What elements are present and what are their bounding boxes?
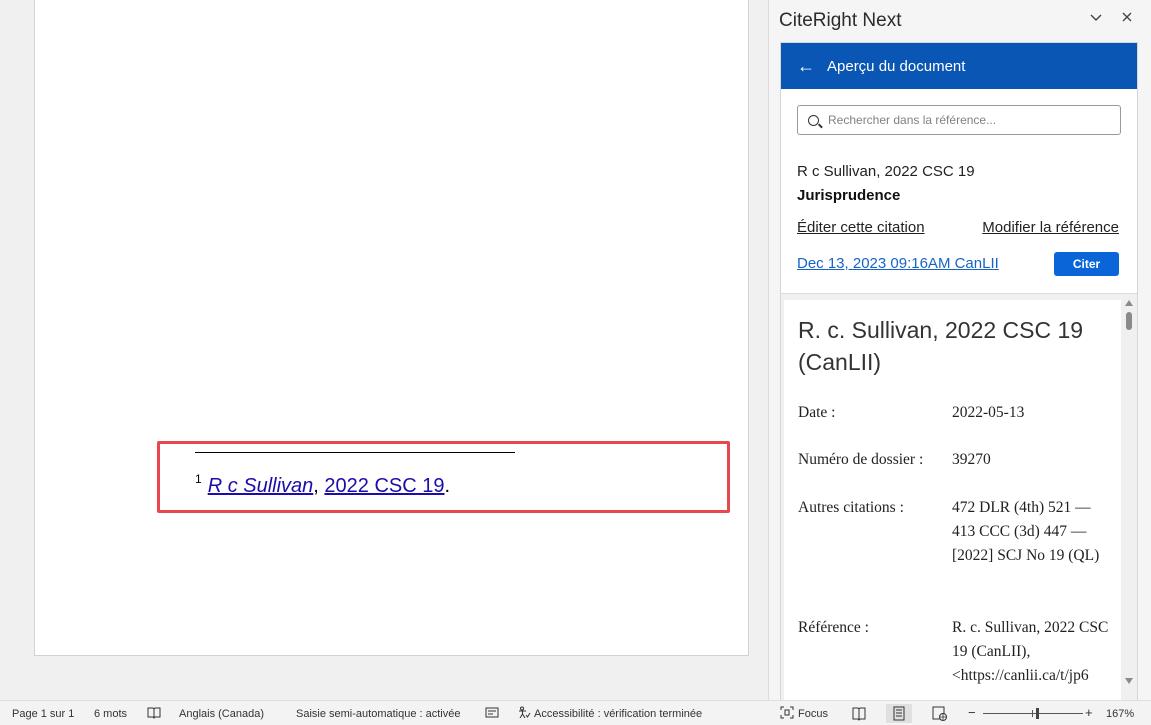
read-mode-button[interactable] bbox=[846, 704, 872, 723]
scroll-up-arrow-icon[interactable] bbox=[1125, 300, 1133, 306]
docket-value: 39270 bbox=[952, 451, 991, 468]
cite-button[interactable]: Citer bbox=[1054, 252, 1119, 276]
zoom-slider-midpoint bbox=[1032, 710, 1033, 717]
date-value: 2022-05-13 bbox=[952, 404, 1025, 421]
other-citations-value: 472 DLR (4th) 521 — 413 CCC (3d) 447 — [… bbox=[952, 499, 1100, 564]
focus-button[interactable]: Focus bbox=[798, 708, 828, 720]
preview-scrollbar[interactable] bbox=[1121, 294, 1137, 702]
citeright-pane: CiteRight Next ← Aperçu du document Rech… bbox=[768, 0, 1151, 702]
modify-reference-link[interactable]: Modifier la référence bbox=[982, 219, 1119, 236]
scroll-thumb[interactable] bbox=[1126, 312, 1132, 330]
date-label: Date : bbox=[798, 404, 836, 421]
docket-label: Numéro de dossier : bbox=[798, 451, 924, 468]
preview-header: ← Aperçu du document bbox=[781, 43, 1137, 89]
retrieved-date-link[interactable]: Dec 13, 2023 09:16AM CanLII bbox=[797, 255, 999, 272]
language-indicator[interactable]: Anglais (Canada) bbox=[179, 708, 264, 720]
accessibility-status[interactable]: Accessibilité : vérification terminée bbox=[534, 708, 702, 720]
document-page[interactable]: 1R c Sullivan, 2022 CSC 19. bbox=[34, 0, 749, 656]
proofing-book-icon[interactable] bbox=[147, 706, 161, 719]
reference-type: Jurisprudence bbox=[797, 187, 901, 204]
print-layout-button[interactable] bbox=[886, 704, 912, 723]
accessibility-icon[interactable] bbox=[517, 706, 531, 719]
search-icon bbox=[808, 114, 819, 126]
other-citations-label: Autres citations : bbox=[798, 499, 904, 516]
back-arrow-icon[interactable]: ← bbox=[797, 56, 815, 77]
text-predictions-icon[interactable] bbox=[485, 706, 499, 719]
highlight-annotation-box bbox=[157, 441, 730, 513]
page-count[interactable]: Page 1 sur 1 bbox=[12, 708, 74, 720]
zoom-slider[interactable] bbox=[983, 713, 1083, 714]
preview-content[interactable]: R. c. Sullivan, 2022 CSC 19 (CanLII) Dat… bbox=[784, 300, 1121, 702]
zoom-slider-thumb[interactable] bbox=[1036, 708, 1039, 719]
status-bar: Page 1 sur 1 6 mots Anglais (Canada) Sai… bbox=[0, 700, 1151, 725]
reference-search-input[interactable]: Rechercher dans la référence... bbox=[797, 105, 1121, 135]
zoom-in-button[interactable]: + bbox=[1085, 705, 1093, 720]
reference-title: R c Sullivan, 2022 CSC 19 bbox=[797, 163, 975, 180]
zoom-level[interactable]: 167% bbox=[1106, 708, 1134, 720]
word-count[interactable]: 6 mots bbox=[94, 708, 127, 720]
document-preview: R. c. Sullivan, 2022 CSC 19 (CanLII) Dat… bbox=[781, 293, 1137, 702]
zoom-out-button[interactable]: − bbox=[968, 705, 976, 720]
reference-label: Référence : bbox=[798, 619, 869, 636]
preview-header-title: Aperçu du document bbox=[827, 57, 966, 75]
reference-value: R. c. Sullivan, 2022 CSC 19 (CanLII), <h… bbox=[952, 619, 1109, 684]
pane-body: ← Aperçu du document Rechercher dans la … bbox=[780, 42, 1138, 702]
document-area: 1R c Sullivan, 2022 CSC 19. bbox=[0, 0, 768, 700]
focus-icon[interactable] bbox=[780, 706, 794, 719]
pane-close-icon[interactable] bbox=[1117, 10, 1137, 29]
case-title: R. c. Sullivan, 2022 CSC 19 (CanLII) bbox=[798, 317, 1084, 375]
autocorrect-status[interactable]: Saisie semi-automatique : activée bbox=[296, 708, 460, 720]
edit-citation-link[interactable]: Éditer cette citation bbox=[797, 219, 925, 236]
pane-options-chevron-icon[interactable] bbox=[1086, 10, 1106, 29]
scroll-down-arrow-icon[interactable] bbox=[1125, 678, 1133, 684]
pane-title: CiteRight Next bbox=[779, 10, 902, 31]
web-layout-button[interactable] bbox=[926, 704, 952, 723]
search-placeholder: Rechercher dans la référence... bbox=[828, 113, 997, 127]
